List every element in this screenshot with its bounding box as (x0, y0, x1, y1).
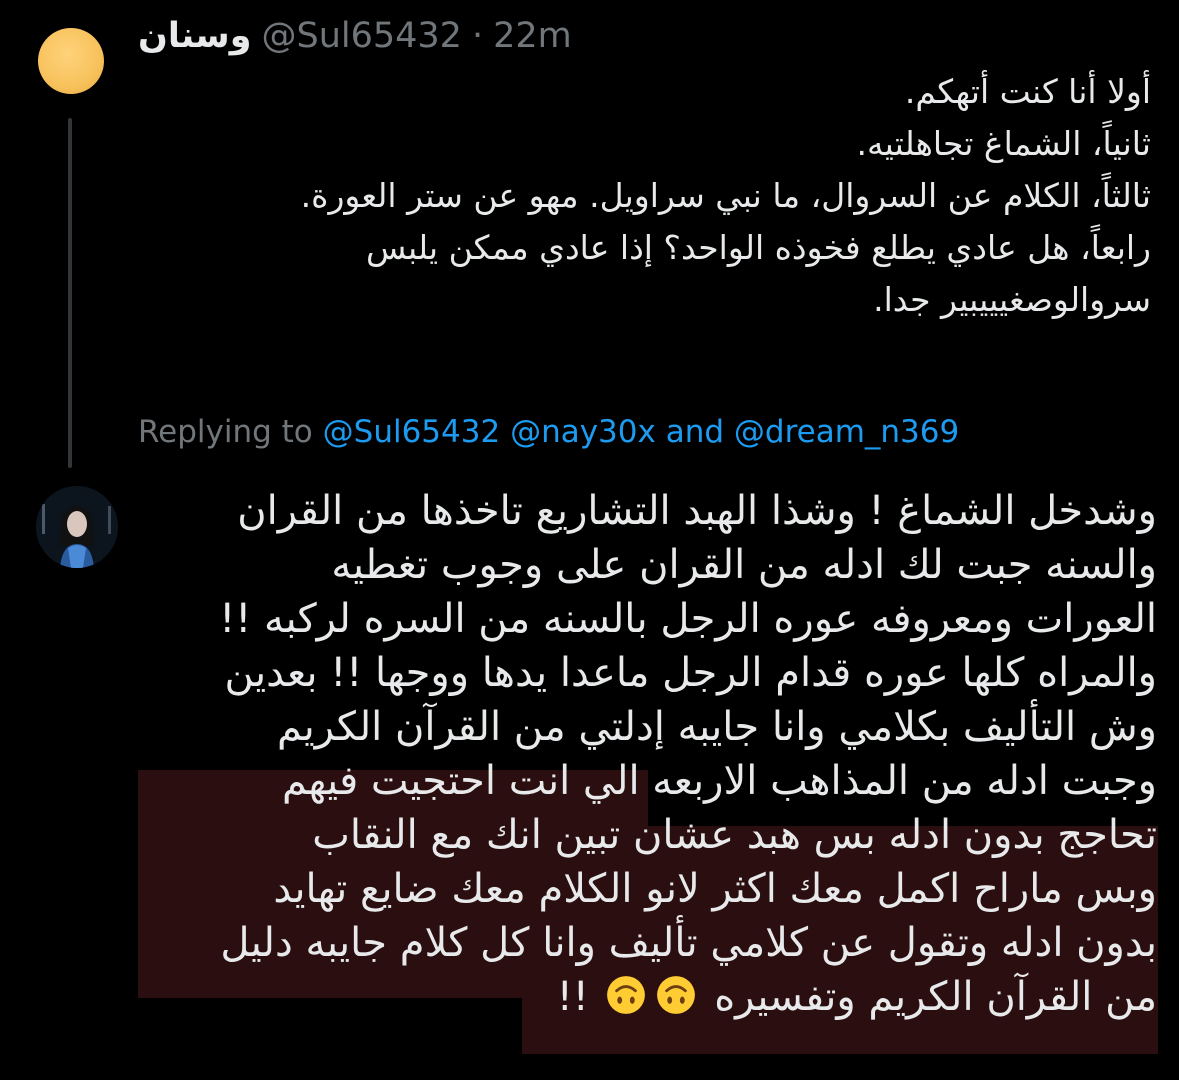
thread-connector-line (68, 118, 72, 468)
tweet-text-line: وبس ماراح اكمل معك اكثر لانو الكلام معك … (273, 866, 1157, 912)
avatar[interactable] (38, 28, 104, 94)
separator-dot: · (471, 16, 484, 56)
tweet-text: أولا أنا كنت أتهكم. ثانياً، الشماغ تجاهل… (141, 66, 1151, 326)
replying-to-line: Replying to @Sul65432 @nay30x and @dream… (138, 414, 959, 450)
tweet-text-line: وش التأليف بكلامي وانا جايبه إدلتي من ال… (277, 704, 1157, 750)
avatar[interactable] (36, 486, 118, 568)
tweet-text-line: بدون ادله وتقول عن كلامي تأليف وانا كل ك… (220, 920, 1157, 966)
tweet-text-line: أولا أنا كنت أتهكم. (904, 72, 1151, 111)
tweet-text-line: ثانياً، الشماغ تجاهلتيه. (856, 124, 1151, 163)
tweet-text-line: والمراه كلها عوره قدام الرجل ماعدا يدها … (224, 650, 1157, 696)
replying-to-label: Replying to (138, 414, 313, 450)
timestamp[interactable]: 22m (493, 16, 572, 56)
avatar-image (36, 486, 118, 568)
tweet-text-line: وجبت ادله من المذاهب الاربعه الي انت احت… (281, 758, 1157, 804)
mention-link[interactable]: @Sul65432 (323, 414, 501, 450)
tweet-text-segment: من القرآن الكريم وتفسيره (714, 974, 1157, 1020)
user-handle[interactable]: @Sul65432 (261, 16, 461, 56)
tweet-header: وسنان @Sul65432 · 22m (138, 12, 572, 60)
tweet-text-line: سروالوصغيييبير جدا. (873, 280, 1151, 319)
tweet-text-line: والسنه جبت لك ادله من القران على وجوب تغ… (331, 542, 1157, 588)
display-name[interactable]: وسنان (138, 16, 251, 56)
tweet-text-line: تحاجج بدون ادله بس هبد عشان تبين انك مع … (312, 812, 1157, 858)
tweet-text-line: وشدخل الشماغ ! وشذا الهبد التشاريع تاخذه… (237, 488, 1157, 534)
mention-link[interactable]: @nay30x (510, 414, 656, 450)
tweet-text-line-last: من القرآن الكريم وتفسيره !! (137, 970, 1157, 1024)
mention-and-others-link[interactable]: and @dream_n369 (666, 414, 960, 450)
tweet-text-line: العورات ومعروفه عوره الرجل بالسنه من الس… (219, 596, 1157, 642)
tweet-text-line: رابعاً، هل عادي يطلع فخوذه الواحد؟ إذا ع… (365, 228, 1151, 267)
upside-down-face-icon (607, 976, 646, 1014)
tweet-text-segment: !! (556, 974, 589, 1020)
reply-tweet-text: وشدخل الشماغ ! وشذا الهبد التشاريع تاخذه… (137, 484, 1157, 1024)
tweet-text-line: ثالثاً، الكلام عن السروال، ما نبي سراويل… (300, 176, 1151, 215)
upside-down-face-icon (657, 976, 696, 1014)
